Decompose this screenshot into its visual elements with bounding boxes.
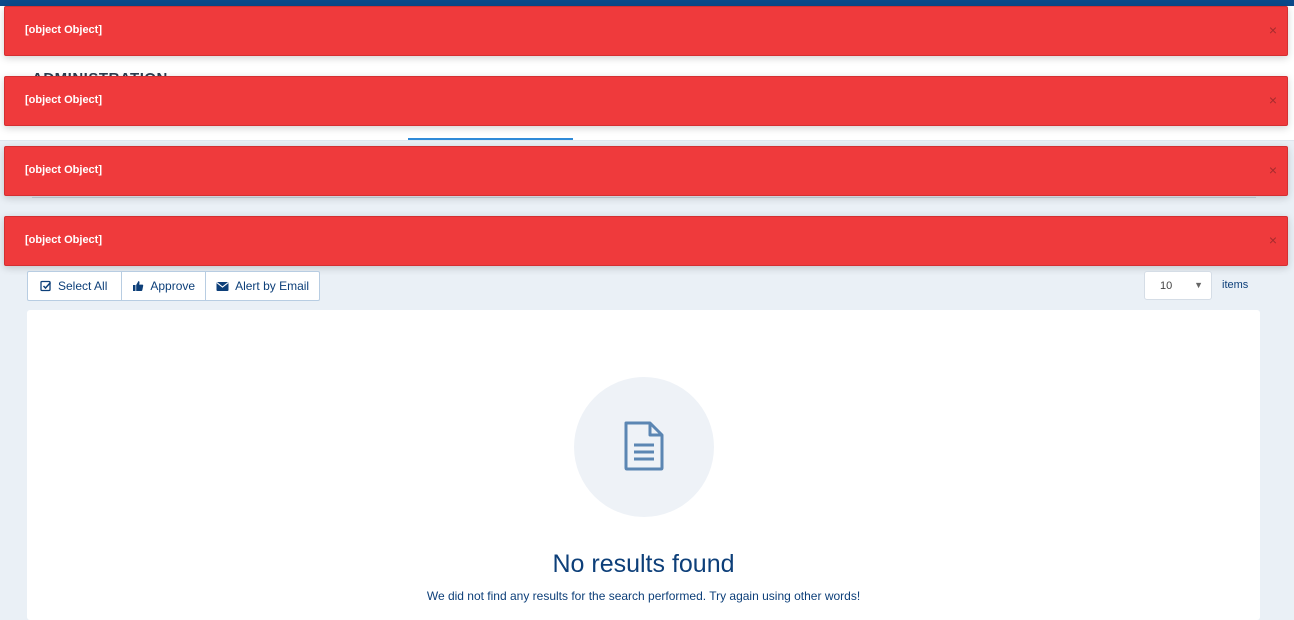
toast-message: [object Object] bbox=[25, 94, 103, 106]
close-icon[interactable]: × bbox=[1269, 161, 1277, 179]
toast-message: [object Object] bbox=[25, 234, 103, 246]
close-icon[interactable]: × bbox=[1269, 21, 1277, 39]
error-toast: [object Object] × bbox=[4, 76, 1288, 126]
envelope-icon bbox=[216, 281, 229, 292]
empty-state-message: We did not find any results for the sear… bbox=[426, 589, 861, 603]
approve-button[interactable]: Approve bbox=[122, 272, 207, 300]
action-button-group: Select All Approve Alert by Email bbox=[27, 271, 321, 301]
select-all-label: Select All bbox=[58, 279, 108, 293]
section-divider bbox=[32, 197, 1256, 198]
empty-state-title: No results found bbox=[552, 550, 735, 578]
empty-state-illustration bbox=[574, 377, 714, 517]
items-label: items bbox=[1222, 279, 1249, 291]
chevron-down-icon: ▼ bbox=[1194, 280, 1203, 290]
page-size-value: 10 bbox=[1160, 280, 1173, 292]
select-all-button[interactable]: Select All bbox=[28, 272, 123, 300]
alert-by-email-button[interactable]: Alert by Email bbox=[206, 272, 319, 300]
document-icon bbox=[623, 421, 665, 476]
thumbs-up-icon bbox=[132, 280, 144, 292]
error-toast: [object Object] × bbox=[4, 146, 1288, 196]
close-icon[interactable]: × bbox=[1269, 231, 1277, 249]
toast-message: [object Object] bbox=[25, 164, 103, 176]
approve-label: Approve bbox=[150, 279, 196, 293]
check-square-icon bbox=[40, 280, 52, 292]
error-toast: [object Object] × bbox=[4, 216, 1288, 266]
results-panel: No results found We did not find any res… bbox=[27, 310, 1260, 620]
close-icon[interactable]: × bbox=[1269, 91, 1277, 109]
alert-by-email-label: Alert by Email bbox=[235, 279, 310, 293]
page-size-select[interactable]: 10 ▼ bbox=[1144, 271, 1212, 300]
active-tab-indicator bbox=[408, 138, 573, 140]
error-toast: [object Object] × bbox=[4, 6, 1288, 56]
toast-message: [object Object] bbox=[25, 24, 103, 36]
